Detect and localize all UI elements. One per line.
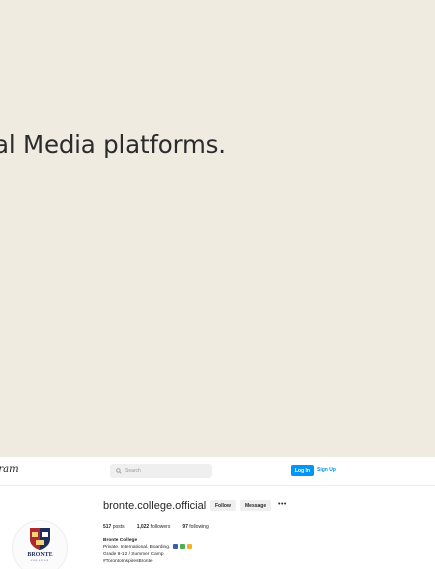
instagram-profile-screenshot: agram Search Log In Sign Up BRONTE COLLE…: [0, 457, 435, 569]
followers-stat[interactable]: 1,022 followers: [137, 524, 171, 530]
following-count: 97: [182, 524, 188, 530]
following-stat[interactable]: 97 following: [182, 524, 208, 530]
message-button[interactable]: Message: [240, 500, 272, 511]
bio-line-1: Private. International. Boarding.: [103, 545, 171, 550]
slide-text: al Media platforms.: [0, 130, 226, 159]
profile-stats: 517 posts 1,022 followers 97 following: [103, 524, 221, 530]
followers-label: followers: [150, 524, 171, 530]
bio-line-3: #TorontoInspiresBronte: [103, 559, 153, 564]
profile-bio: Bronte College Private. International. B…: [103, 537, 193, 565]
search-icon: [116, 468, 122, 474]
more-options-icon[interactable]: •••: [278, 501, 287, 508]
follow-button[interactable]: Follow: [210, 500, 236, 511]
avatar[interactable]: BRONTE COLLEGE: [12, 520, 68, 569]
posts-count: 517: [103, 524, 112, 530]
crest-name: BRONTE: [27, 552, 53, 558]
instagram-logo[interactable]: agram: [0, 464, 19, 475]
followers-count: 1,022: [136, 524, 150, 530]
posts-label: posts: [112, 524, 125, 530]
college-crest-icon: [30, 528, 50, 550]
posts-stat: 517 posts: [103, 524, 125, 530]
search-placeholder: Search: [125, 468, 141, 474]
instagram-header: agram Search Log In Sign Up: [0, 457, 435, 486]
profile-username: bronte.college.official: [103, 500, 207, 512]
bio-name: Bronte College: [103, 538, 138, 543]
bio-line-2: Grade 9-12 / Summer Camp: [103, 552, 164, 557]
login-button[interactable]: Log In: [291, 465, 314, 476]
search-input[interactable]: Search: [110, 464, 212, 478]
books-emoji-icon: [179, 544, 185, 549]
signup-link[interactable]: Sign Up: [317, 467, 336, 473]
pencil-emoji-icon: [187, 544, 193, 549]
following-label: following: [189, 524, 209, 530]
school-emoji-icon: [172, 544, 178, 549]
crest-subtitle: COLLEGE: [30, 559, 50, 562]
